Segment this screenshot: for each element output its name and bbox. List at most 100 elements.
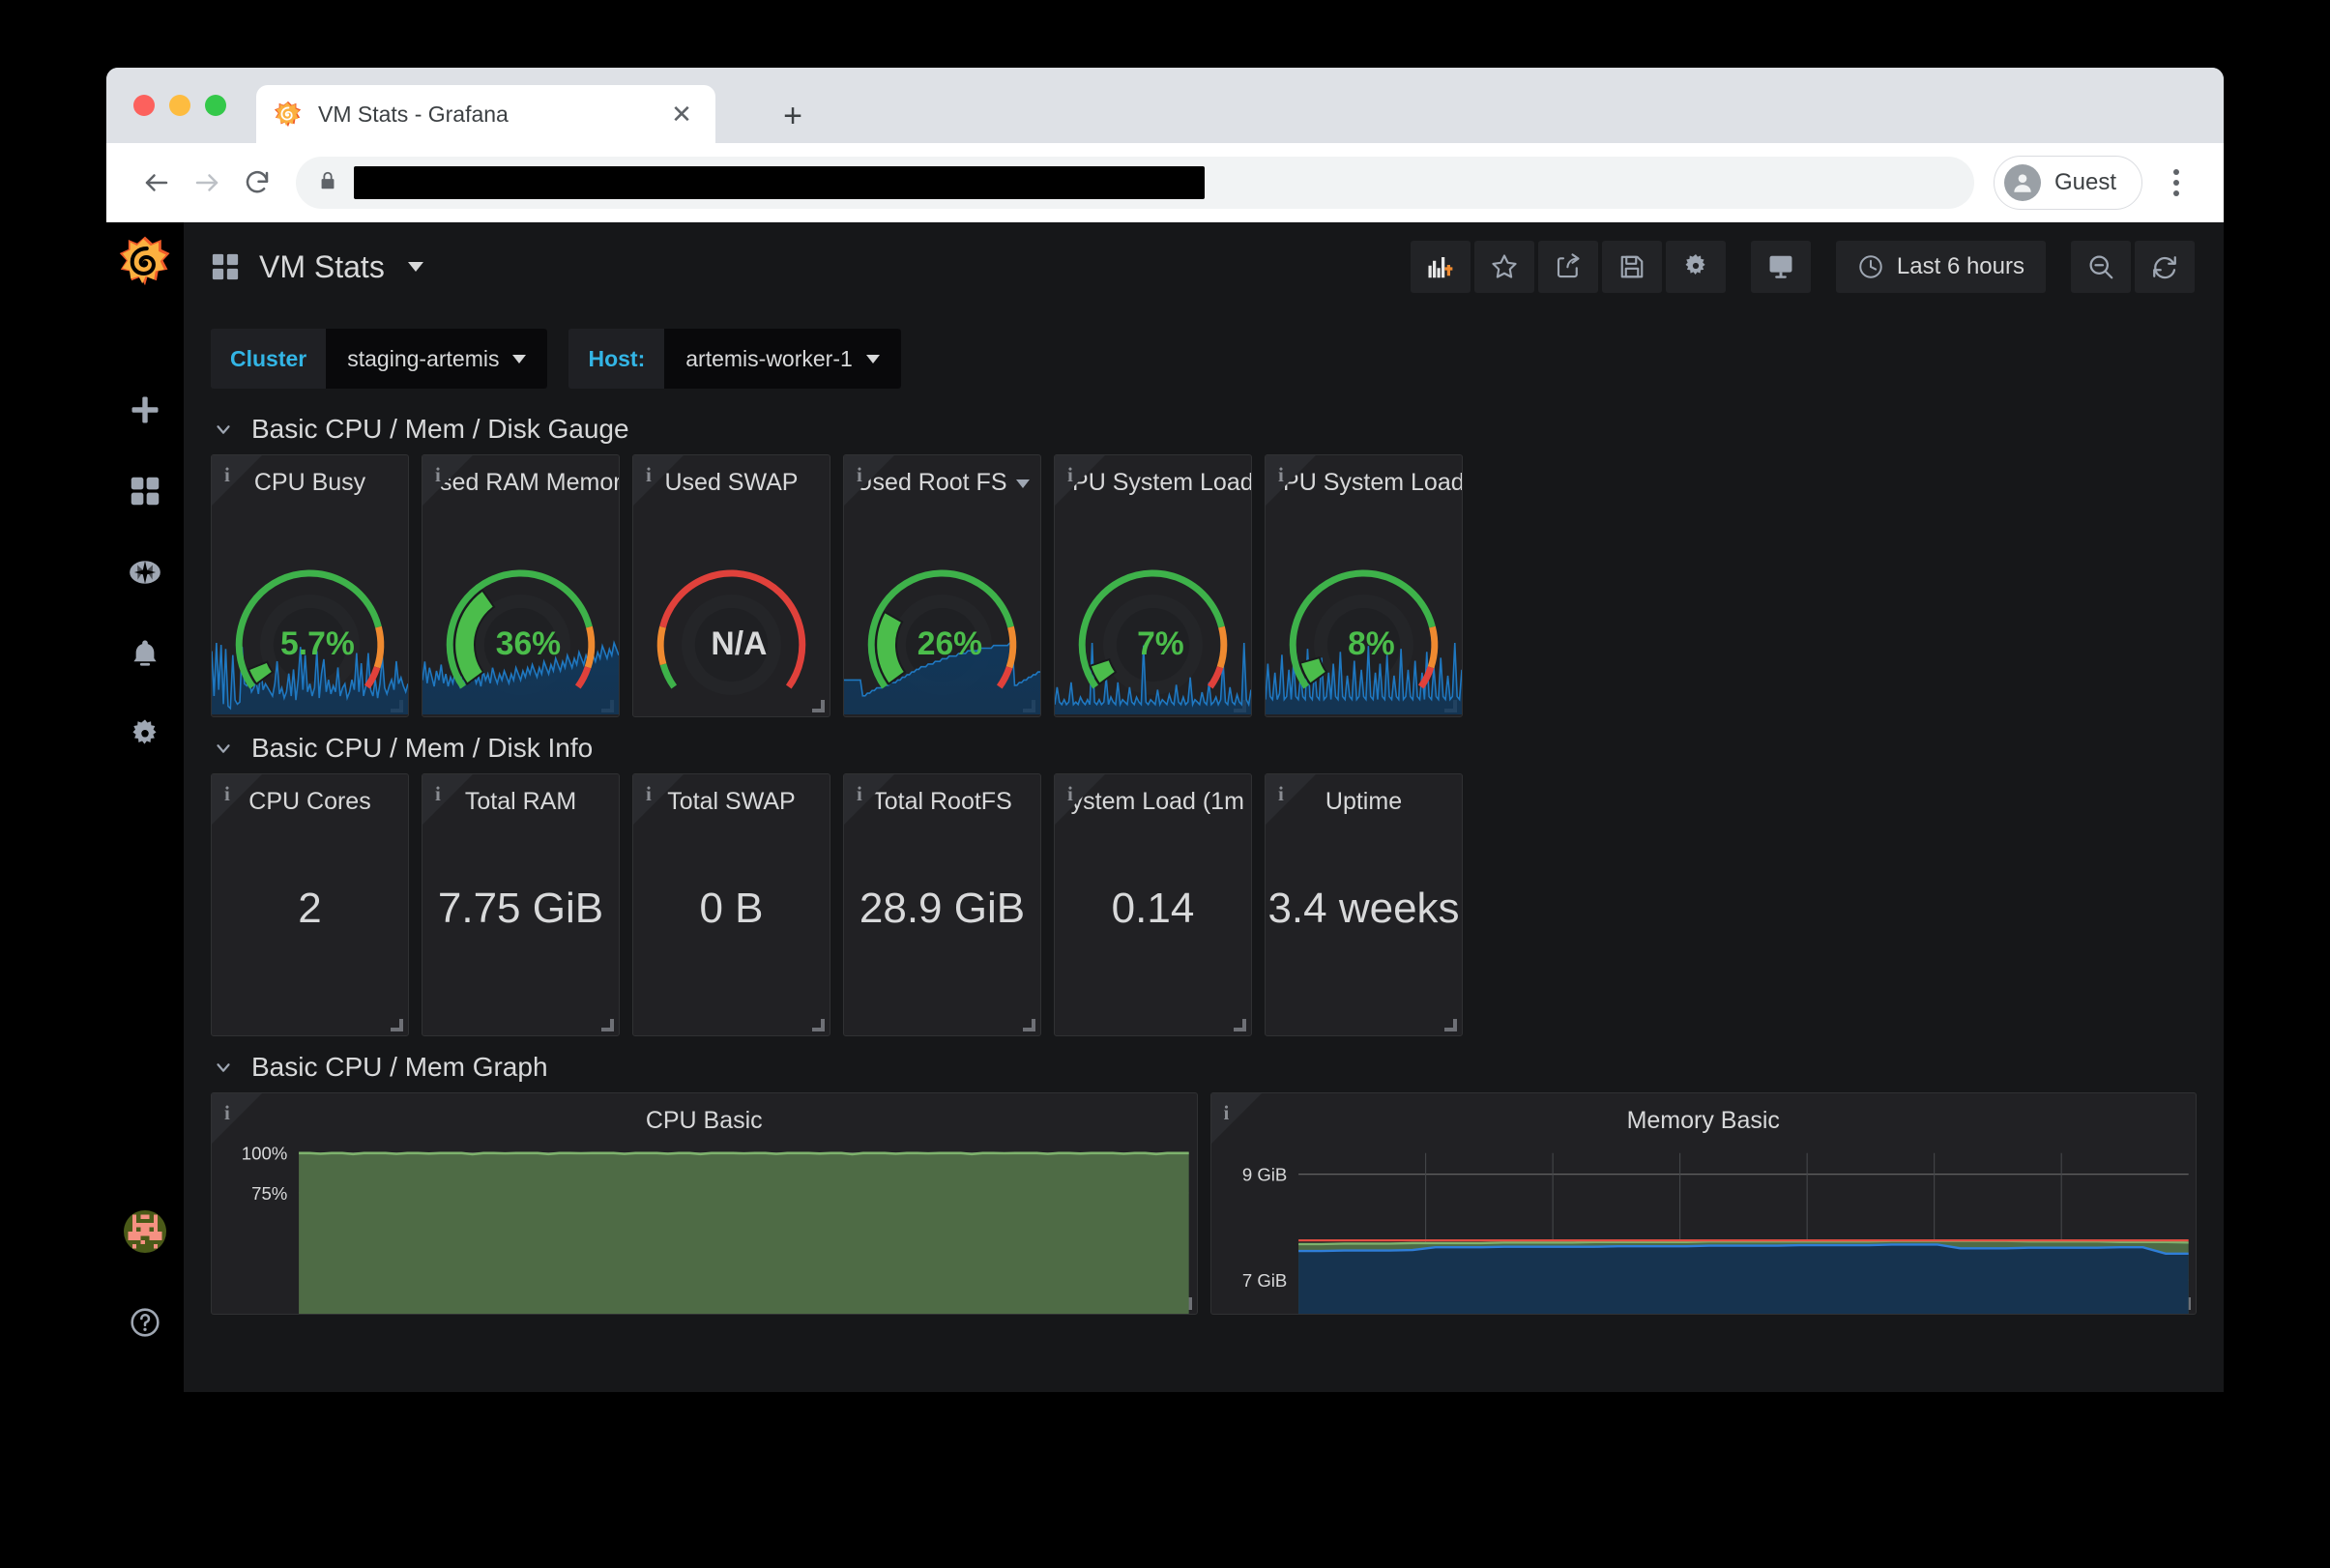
panel-resize-handle[interactable] [1023, 1019, 1035, 1031]
grafana-favicon-icon [274, 101, 302, 128]
gauge-threshold-arc [1216, 625, 1228, 669]
panel-resize-handle[interactable] [601, 1019, 614, 1031]
stat-panel-2[interactable]: i Total SWAP 0 B [632, 773, 830, 1036]
gauge-panel-0[interactable]: i CPU Busy 5.7% [211, 454, 409, 717]
chevron-down-icon[interactable] [1015, 479, 1030, 488]
panel-info-icon[interactable]: i [1224, 1101, 1230, 1125]
gauge-stage: 5.7% [212, 498, 408, 716]
stat-panel-0[interactable]: i CPU Cores 2 [211, 773, 409, 1036]
zoom-out-time-button[interactable] [2071, 241, 2131, 293]
panel-info-icon[interactable]: i [1067, 463, 1073, 487]
dashboard-title-group[interactable]: VM Stats [211, 249, 423, 285]
stat-panel-4[interactable]: i System Load (1m ... 0.14 [1054, 773, 1252, 1036]
graph-chart[interactable]: 9 GiB 7 GiB [1211, 1136, 2197, 1314]
gauge-stage: N/A [633, 498, 830, 716]
graph-panel-0[interactable]: i CPU Basic 100% 75% [211, 1092, 1198, 1315]
panel-title[interactable]: CPU Basic [212, 1093, 1197, 1135]
time-range-picker[interactable]: Last 6 hours [1835, 241, 2046, 293]
graph-panel-1[interactable]: i Memory Basic 9 GiB 7 GiB [1209, 1092, 2197, 1315]
sidebar-item-configuration[interactable] [109, 694, 181, 775]
forward-icon[interactable] [182, 158, 232, 208]
mark-favorite-button[interactable] [1473, 241, 1534, 293]
row-title: Basic CPU / Mem Graph [251, 1052, 548, 1082]
y-axis-tick-label: 7 GiB [1241, 1270, 1287, 1291]
gauge-value-text: 7% [1137, 625, 1184, 662]
back-icon[interactable] [131, 158, 182, 208]
profile-name: Guest [2053, 169, 2116, 195]
panel-info-icon[interactable]: i [1278, 782, 1284, 806]
address-bar[interactable] [296, 157, 1974, 209]
gauge-panel-1[interactable]: i Used RAM Memory 36% [422, 454, 620, 717]
graph-series-line [299, 1151, 1189, 1156]
panel-info-icon[interactable]: i [1067, 782, 1073, 806]
profile-button[interactable]: Guest [1993, 156, 2142, 210]
sidebar-item-dashboards[interactable] [109, 450, 181, 532]
save-dashboard-button[interactable] [1601, 241, 1662, 293]
row-header-graph[interactable]: Basic CPU / Mem Graph [184, 1036, 2224, 1092]
gauge-value-text: 5.7% [280, 625, 355, 662]
stat-panel-3[interactable]: i Total RootFS 28.9 GiB [843, 773, 1041, 1036]
refresh-icon [2153, 256, 2176, 279]
gauge-threshold-arc [584, 625, 596, 669]
row-header-gauge[interactable]: Basic CPU / Mem / Disk Gauge [184, 398, 2224, 454]
browser-window: VM Stats - Grafana ✕ + Guest VM Stats La… [106, 68, 2224, 1392]
gear-icon [132, 719, 157, 744]
panel-title[interactable]: Memory Basic [1211, 1093, 2197, 1135]
dashboard-toolbar: Last 6 hours [1410, 241, 2195, 293]
y-axis-tick-label: 75% [251, 1183, 287, 1204]
sidebar-item-create[interactable] [109, 369, 181, 450]
panel-resize-handle[interactable] [1234, 1019, 1246, 1031]
avatar[interactable] [124, 1210, 166, 1253]
gauge-chart: 5.7% [212, 569, 408, 714]
graph-chart[interactable]: 100% 75% [212, 1136, 1197, 1314]
row-header-info[interactable]: Basic CPU / Mem / Disk Info [184, 717, 2224, 773]
help-icon[interactable] [109, 1282, 181, 1363]
share-dashboard-button[interactable] [1537, 241, 1598, 293]
sidebar-item-explore[interactable] [109, 532, 181, 613]
variable-host-value-text: artemis-worker-1 [685, 345, 853, 371]
cycle-view-mode-button[interactable] [1750, 241, 1811, 293]
panel-info-icon[interactable]: i [435, 463, 441, 487]
row-title: Basic CPU / Mem / Disk Info [251, 733, 594, 763]
variable-host[interactable]: Host: artemis-worker-1 [568, 329, 901, 389]
new-tab-button[interactable]: + [773, 97, 812, 135]
panel-info-icon[interactable]: i [224, 1101, 230, 1125]
panel-info-icon[interactable]: i [224, 782, 230, 806]
browser-menu-icon[interactable] [2154, 160, 2199, 205]
panel-resize-handle[interactable] [812, 1019, 825, 1031]
panel-resize-handle[interactable] [391, 1019, 403, 1031]
chevron-down-icon[interactable] [407, 262, 423, 272]
stat-value: 28.9 GiB [859, 885, 1026, 932]
panel-corner-marker [844, 774, 894, 825]
panel-info-icon[interactable]: i [857, 463, 862, 487]
panel-resize-handle[interactable] [1444, 1019, 1457, 1031]
add-panel-button[interactable] [1410, 241, 1471, 293]
panel-info-icon[interactable]: i [646, 782, 652, 806]
reload-icon[interactable] [232, 158, 282, 208]
panel-info-icon[interactable]: i [857, 782, 862, 806]
stat-panel-5[interactable]: i Uptime 3.4 weeks [1265, 773, 1463, 1036]
panel-info-icon[interactable]: i [224, 463, 230, 487]
variable-host-value[interactable]: artemis-worker-1 [664, 329, 901, 389]
stat-panel-1[interactable]: i Total RAM 7.75 GiB [422, 773, 620, 1036]
gauge-panel-4[interactable]: iCPU System Load ...7% [1054, 454, 1252, 717]
panel-info-icon[interactable]: i [646, 463, 652, 487]
maximize-window-button[interactable] [205, 95, 226, 116]
dashboard-settings-button[interactable] [1665, 241, 1726, 293]
panel-info-icon[interactable]: i [435, 782, 441, 806]
panel-corner-marker [422, 774, 473, 825]
gauge-panel-3[interactable]: i Used Root FS 26% [843, 454, 1041, 717]
gauge-panel-5[interactable]: iCPU System Load ...8% [1265, 454, 1463, 717]
stat-value: 0.14 [1111, 885, 1195, 932]
close-tab-icon[interactable]: ✕ [665, 98, 698, 131]
grafana-logo-icon[interactable] [118, 234, 172, 288]
close-window-button[interactable] [133, 95, 155, 116]
variable-cluster-value[interactable]: staging-artemis [326, 329, 548, 389]
browser-tab[interactable]: VM Stats - Grafana ✕ [256, 85, 715, 143]
panel-info-icon[interactable]: i [1278, 463, 1284, 487]
minimize-window-button[interactable] [169, 95, 190, 116]
sidebar-item-alerting[interactable] [109, 613, 181, 694]
gauge-panel-2[interactable]: i Used SWAP N/A [632, 454, 830, 717]
variable-cluster[interactable]: Cluster staging-artemis [211, 329, 548, 389]
refresh-dashboard-button[interactable] [2135, 241, 2195, 293]
